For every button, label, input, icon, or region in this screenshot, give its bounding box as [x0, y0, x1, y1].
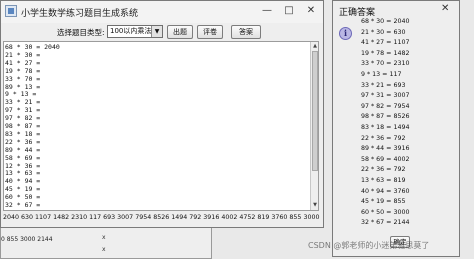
dialog-close-icon[interactable]: ✕ — [441, 3, 449, 14]
answer-line: 22 * 36 = 792 — [361, 166, 406, 174]
answer-line: 21 * 30 = 630 — [361, 28, 406, 36]
main-window: 小学生数学练习题目生成系统 — □ ✕ 选择题目类型: 100以内乘法 ▼ 出题… — [0, 0, 324, 228]
background-answers-text: 0 855 3000 2144 — [1, 236, 53, 243]
answer-button[interactable]: 答案 — [231, 25, 261, 39]
answer-line: 58 * 69 = 4002 — [361, 155, 410, 163]
answer-line: 45 * 19 = 855 — [361, 198, 406, 206]
close-icon[interactable]: ✕ — [303, 3, 319, 19]
title-bar: 小学生数学练习题目生成系统 — □ ✕ — [1, 1, 323, 23]
question-type-value: 100以内乘法 — [110, 27, 152, 35]
answer-line: 89 * 44 = 3916 — [361, 145, 410, 153]
answer-line: 13 * 63 = 819 — [361, 177, 406, 184]
vertical-scrollbar[interactable]: ▲ ▼ — [310, 42, 318, 210]
scrollbar-thumb[interactable] — [312, 51, 318, 171]
grade-button[interactable]: 评卷 — [197, 25, 223, 39]
answer-line: 60 * 50 = 3000 — [361, 208, 410, 216]
info-icon: i — [339, 27, 352, 40]
answer-line: 33 * 21 = 693 — [361, 81, 406, 89]
minimize-icon[interactable]: — — [259, 3, 275, 19]
answer-line: 97 * 82 = 7954 — [361, 102, 410, 110]
question-type-select[interactable]: 100以内乘法 ▼ — [107, 25, 163, 38]
generate-button[interactable]: 出题 — [167, 25, 193, 39]
scroll-down-icon[interactable]: ▼ — [311, 201, 318, 209]
answer-line: 19 * 78 = 1482 — [361, 49, 410, 57]
answers-dialog: 正确答案 ✕ i 68 * 30 = 2040 21 * 30 = 630 41 *… — [332, 0, 460, 257]
answer-line: 68 * 30 = 2040 — [361, 18, 410, 25]
question-line: 32 * 67 = — [5, 201, 41, 209]
background-x-mark: x — [102, 246, 106, 253]
answer-line: 40 * 94 = 3760 — [361, 187, 410, 195]
chevron-down-icon[interactable]: ▼ — [151, 26, 162, 37]
answer-line: 32 * 67 = 2144 — [361, 219, 410, 227]
background-x-mark: x — [102, 234, 106, 241]
answer-line: 97 * 31 = 3007 — [361, 92, 410, 100]
answer-line: 98 * 87 = 8526 — [361, 113, 410, 121]
app-icon — [5, 5, 17, 17]
answers-line: 2040 630 1107 1482 2310 117 693 3007 795… — [3, 214, 321, 221]
question-type-label: 选择题目类型: — [57, 28, 105, 37]
window-title: 小学生数学练习题目生成系统 — [21, 9, 139, 19]
maximize-icon[interactable]: □ — [281, 3, 297, 19]
answer-line: 9 * 13 = 117 — [361, 71, 402, 78]
answer-line: 83 * 18 = 1494 — [361, 124, 410, 131]
watermark: CSDN @郭老师的小迷弟雅思莫了 — [308, 241, 430, 250]
questions-textarea[interactable]: 68 * 30 = 2040 21 * 30 = 41 * 27 = 19 * 78 … — [3, 41, 319, 211]
scroll-up-icon[interactable]: ▲ — [311, 42, 318, 50]
answer-line: 22 * 36 = 792 — [361, 134, 406, 142]
answer-line: 41 * 27 = 1107 — [361, 39, 410, 47]
answer-line: 33 * 70 = 2310 — [361, 60, 410, 68]
